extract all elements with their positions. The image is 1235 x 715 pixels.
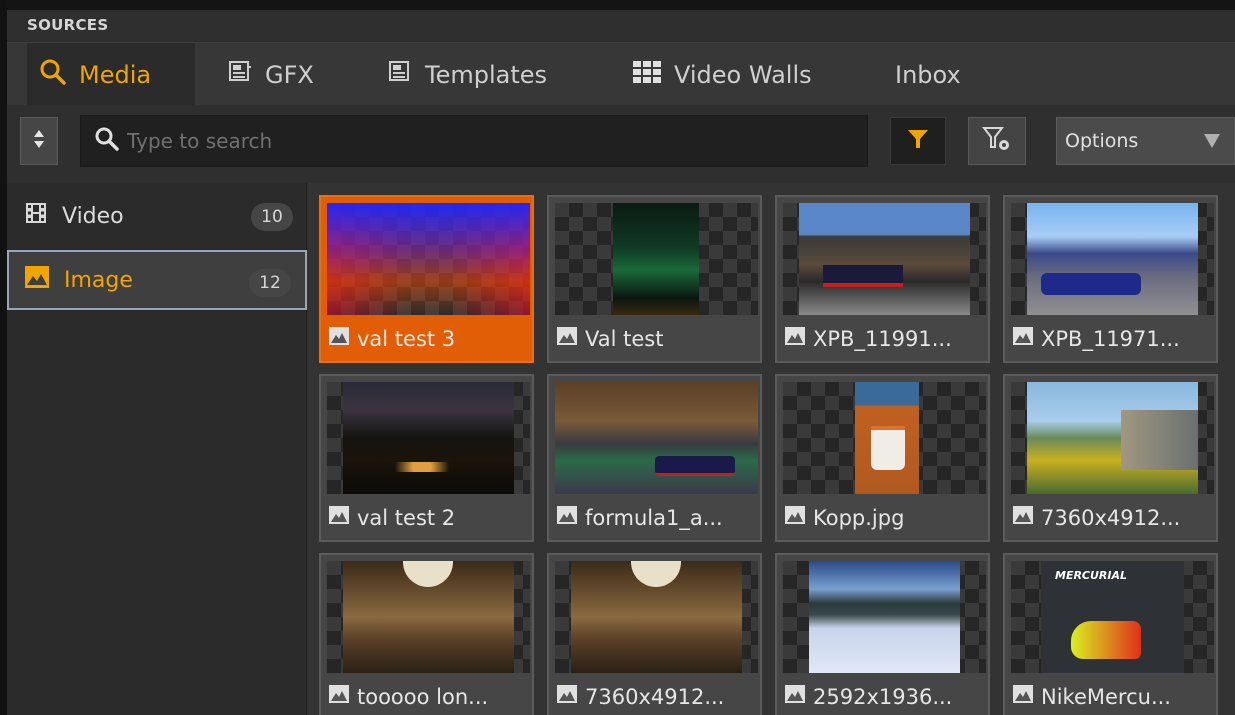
media-tile[interactable]: MERCURIAL NikeMercu... [1003,553,1218,715]
template-icon [387,59,413,91]
tab-media[interactable]: Media [27,43,195,106]
tab-label: Video Walls [674,60,812,89]
thumbnail [555,203,758,315]
image-icon [1012,684,1034,709]
count-badge: 12 [249,269,291,297]
thumbnail [783,561,986,673]
media-tile[interactable]: XPB_11991... [775,195,990,363]
image-icon [24,265,50,295]
window-edge [0,0,7,715]
image-icon [328,326,350,351]
thumbnail [327,561,530,673]
tab-templates[interactable]: Templates [387,43,547,106]
tile-label: 7360x4912... [585,684,725,709]
media-tile[interactable]: 7360x4912... [547,553,762,715]
media-tile[interactable]: 2592x1936... [775,553,990,715]
filter-button[interactable] [890,117,946,165]
tab-inbox[interactable]: Inbox [895,43,961,106]
sidebar-item-image[interactable]: Image 12 [7,250,307,310]
tile-label: tooooo lon... [357,684,489,709]
tile-label: val test 3 [357,326,456,351]
chevron-down-icon [1204,134,1220,148]
gfx-icon [227,59,253,91]
tile-label: 2592x1936... [813,684,953,709]
media-toolbar: Options [7,105,1235,183]
image-icon [328,505,350,530]
video-wall-icon [632,59,662,91]
media-tile[interactable]: formula1_a... [547,374,762,542]
search-box [80,115,868,167]
tile-label: val test 2 [357,505,456,530]
tab-video-walls[interactable]: Video Walls [632,43,812,106]
tab-label: Inbox [895,60,961,89]
image-icon [1012,326,1034,351]
image-icon [328,684,350,709]
media-tile[interactable]: val test 2 [319,374,534,542]
filter-settings-button[interactable] [968,117,1026,165]
tab-label: Templates [425,60,548,89]
image-icon [784,505,806,530]
tab-label: Media [79,60,152,89]
media-grid: val test 3 Val test XPB_11991... XPB_119… [307,183,1235,715]
media-tile[interactable]: Kopp.jpg [775,374,990,542]
image-icon [1012,505,1034,530]
search-icon [94,126,120,156]
count-badge: 10 [251,203,293,231]
sidebar-item-label: Image [64,267,133,293]
tab-gfx[interactable]: GFX [227,43,314,106]
tile-label: Kopp.jpg [813,505,905,530]
tile-label: Val test [585,326,664,351]
panel-header: SOURCES [7,0,1235,42]
search-icon [39,58,67,92]
image-icon [556,326,578,351]
media-tile[interactable]: tooooo lon... [319,553,534,715]
panel-title: SOURCES [27,16,109,34]
media-tile[interactable]: val test 3 [319,195,534,363]
tile-label: formula1_a... [585,505,723,530]
options-label: Options [1065,130,1139,152]
thumbnail [555,382,758,494]
tile-label: NikeMercu... [1041,684,1171,709]
media-tile[interactable]: Val test [547,195,762,363]
thumbnail [555,561,758,673]
filter-settings-icon [981,125,1012,157]
options-dropdown[interactable]: Options [1056,117,1235,165]
image-icon [556,684,578,709]
sources-panel: SOURCES Media GFX Templates Video Walls [7,0,1235,715]
media-type-sidebar: Video 10 Image 12 [7,183,307,715]
tab-label: GFX [265,60,314,89]
thumbnail [783,203,986,315]
film-icon [24,201,48,231]
brand-text: MERCURIAL [1055,569,1128,582]
image-icon [784,326,806,351]
sidebar-item-video[interactable]: Video 10 [7,186,307,246]
tile-label: XPB_11991... [813,326,952,351]
sidebar-item-label: Video [62,203,124,229]
media-tile[interactable]: 7360x4912... [1003,374,1218,542]
search-input[interactable] [127,129,827,153]
thumbnail: MERCURIAL [1011,561,1214,673]
filter-icon [907,128,929,154]
source-tabs: Media GFX Templates Video Walls Inbox [7,42,1235,106]
thumbnail [1011,203,1214,315]
thumbnail [783,382,986,494]
sort-button[interactable] [20,117,58,165]
image-icon [556,505,578,530]
sort-arrows-icon [32,128,46,154]
thumbnail [327,203,530,315]
thumbnail [327,382,530,494]
media-tile[interactable]: XPB_11971... [1003,195,1218,363]
tile-label: XPB_11971... [1041,326,1180,351]
thumbnail [1011,382,1214,494]
image-icon [784,684,806,709]
tile-label: 7360x4912... [1041,505,1181,530]
